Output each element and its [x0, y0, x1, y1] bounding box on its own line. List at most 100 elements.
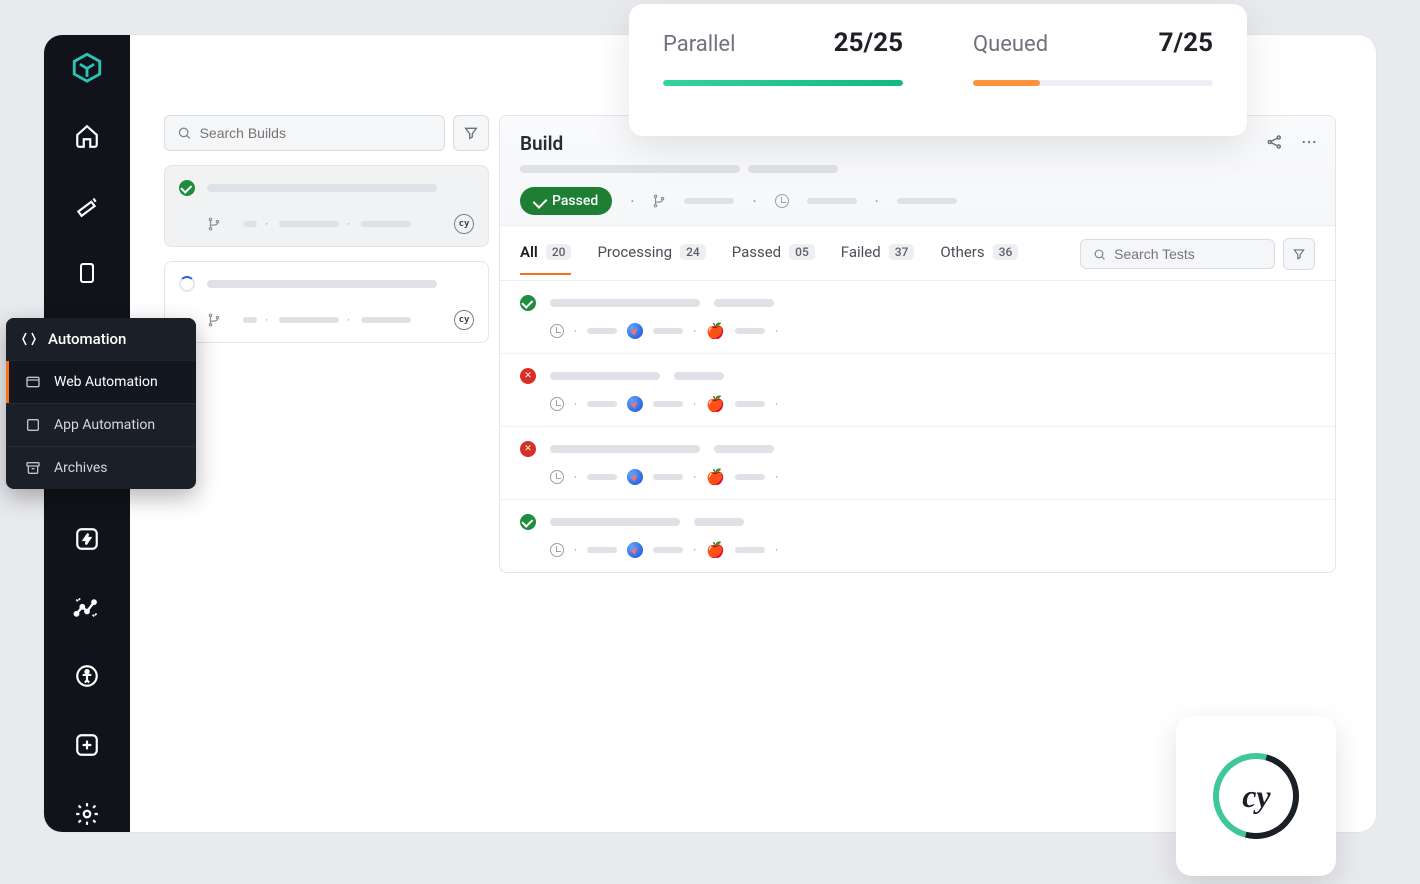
automation-submenu: Automation Web Automation App Automation… — [6, 318, 196, 489]
branch-icon — [207, 313, 221, 327]
submenu-item-label: Archives — [54, 460, 108, 476]
clock-icon — [775, 194, 789, 208]
tab-all[interactable]: All 20 — [520, 243, 571, 275]
branch-icon — [652, 194, 666, 208]
clock-icon — [550, 324, 564, 338]
filter-builds-button[interactable] — [453, 115, 489, 151]
clock-icon — [550, 397, 564, 411]
skeleton-line — [207, 280, 437, 288]
tab-others[interactable]: Others 36 — [940, 243, 1018, 275]
tab-passed[interactable]: Passed 05 — [732, 243, 815, 275]
apple-icon: 🍎 — [706, 397, 725, 412]
stat-bar — [973, 80, 1213, 86]
safari-icon — [627, 469, 643, 485]
telescope-icon[interactable] — [67, 186, 107, 223]
submenu-header: Automation — [6, 318, 196, 360]
tab-label: Passed — [732, 243, 781, 261]
safari-icon — [627, 323, 643, 339]
search-icon — [1093, 247, 1106, 262]
stat-parallel: Parallel 25/25 — [663, 28, 903, 116]
share-button[interactable] — [1265, 132, 1285, 152]
tab-count: 36 — [993, 244, 1019, 260]
submenu-item-label: App Automation — [54, 417, 155, 433]
tab-label: All — [520, 243, 538, 261]
filter-icon — [463, 125, 479, 141]
test-row[interactable]: · · 🍎 · — [500, 427, 1335, 500]
home-icon[interactable] — [67, 118, 107, 155]
archive-icon — [24, 459, 42, 477]
stat-value: 7/25 — [1159, 28, 1213, 58]
submenu-web-automation[interactable]: Web Automation — [6, 360, 196, 403]
cypress-badge: cy — [454, 310, 474, 330]
tab-label: Processing — [597, 243, 672, 261]
submenu-title: Automation — [48, 330, 126, 348]
cypress-logo: cy — [1197, 737, 1314, 854]
stat-label: Parallel — [663, 32, 735, 57]
test-row[interactable]: · · 🍎 · — [500, 354, 1335, 427]
share-icon — [1266, 133, 1284, 151]
app-frame: cy cy Build — [44, 35, 1376, 832]
submenu-archives[interactable]: Archives — [6, 446, 196, 489]
tabs: All 20 Processing 24 Passed 05 Failed 37… — [500, 226, 1335, 281]
stat-label: Queued — [973, 32, 1048, 57]
apple-icon: 🍎 — [706, 470, 725, 485]
check-icon — [533, 194, 548, 209]
clock-icon — [550, 470, 564, 484]
skeleton-line — [207, 184, 437, 192]
status-pill: Passed — [520, 187, 612, 215]
status-label: Passed — [552, 193, 598, 209]
status-pass-icon — [520, 514, 536, 530]
accessibility-icon[interactable] — [67, 658, 107, 695]
apple-icon: 🍎 — [706, 324, 725, 339]
cypress-card: cy — [1176, 716, 1336, 876]
device-icon[interactable] — [67, 255, 107, 292]
status-pass-icon — [520, 295, 536, 311]
submenu-item-label: Web Automation — [54, 374, 158, 390]
stat-bar — [663, 80, 903, 86]
more-button[interactable] — [1299, 132, 1319, 152]
search-tests-input[interactable] — [1080, 239, 1275, 269]
status-fail-icon — [520, 368, 536, 384]
search-icon — [177, 125, 192, 141]
settings-icon[interactable] — [67, 795, 107, 832]
stat-value: 25/25 — [834, 28, 903, 58]
browser-icon — [24, 373, 42, 391]
build-card[interactable]: cy — [164, 261, 489, 343]
clock-icon — [550, 543, 564, 557]
branch-icon — [207, 217, 221, 231]
tab-count: 37 — [889, 244, 915, 260]
apple-icon: 🍎 — [706, 543, 725, 558]
build-card[interactable]: cy — [164, 165, 489, 247]
more-icon — [1300, 133, 1318, 151]
cypress-badge: cy — [454, 214, 474, 234]
add-icon[interactable] — [67, 727, 107, 764]
filter-icon — [1292, 247, 1306, 261]
tab-label: Others — [940, 243, 984, 261]
stats-card: Parallel 25/25 Queued 7/25 — [629, 4, 1247, 136]
safari-icon — [627, 396, 643, 412]
tab-count: 20 — [546, 244, 572, 260]
filter-tests-button[interactable] — [1283, 238, 1315, 270]
build-detail-panel: Build Passed · — [499, 115, 1336, 573]
stat-queued: Queued 7/25 — [973, 28, 1213, 116]
search-builds-input[interactable] — [164, 115, 445, 151]
builds-column: cy cy — [164, 115, 489, 343]
bolt-icon[interactable] — [67, 521, 107, 558]
app-icon — [24, 416, 42, 434]
automation-icon — [20, 330, 38, 348]
tab-label: Failed — [841, 243, 881, 261]
status-pass-icon — [179, 180, 195, 196]
test-row[interactable]: · · 🍎 · — [500, 500, 1335, 572]
status-loading-icon — [179, 276, 195, 292]
test-list: · · 🍎 · · — [500, 281, 1335, 572]
safari-icon — [627, 542, 643, 558]
logo — [67, 49, 107, 86]
tab-processing[interactable]: Processing 24 — [597, 243, 705, 275]
test-row[interactable]: · · 🍎 · — [500, 281, 1335, 354]
tab-count: 24 — [680, 244, 706, 260]
analytics-icon[interactable] — [67, 589, 107, 626]
submenu-app-automation[interactable]: App Automation — [6, 403, 196, 446]
tab-count: 05 — [789, 244, 815, 260]
tab-failed[interactable]: Failed 37 — [841, 243, 915, 275]
status-fail-icon — [520, 441, 536, 457]
